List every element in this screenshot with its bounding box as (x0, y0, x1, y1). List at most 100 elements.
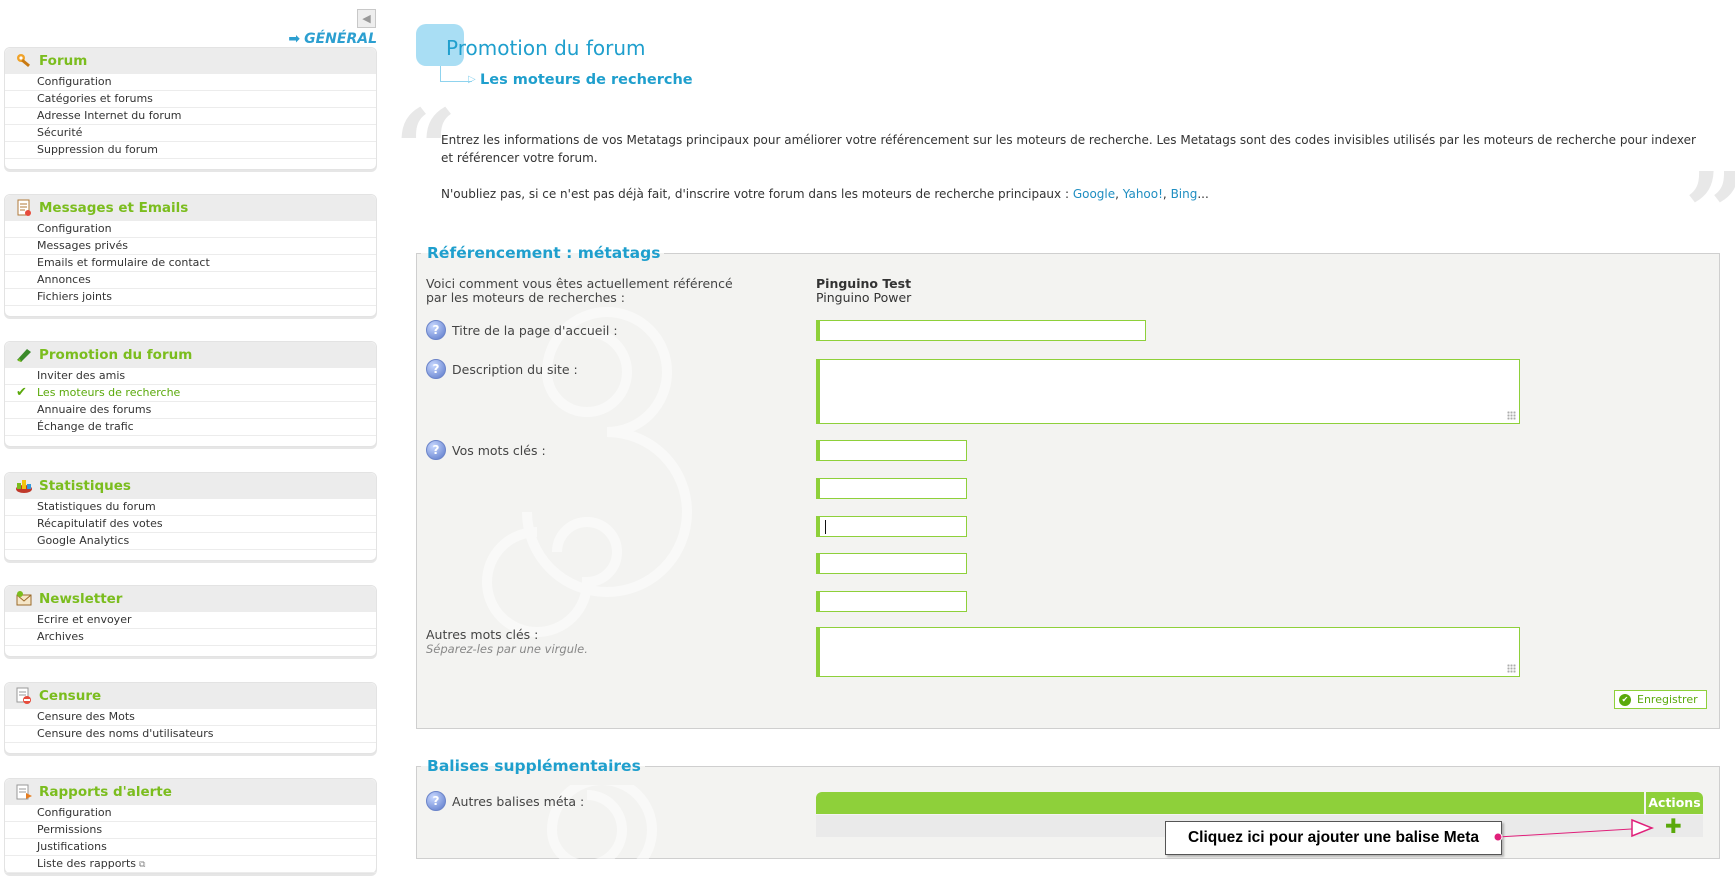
sidebar-item-attachments[interactable]: Fichiers joints (5, 289, 376, 306)
arrow-right-icon: ➡ (288, 31, 301, 47)
resize-grip-icon[interactable] (1507, 664, 1516, 673)
sidebar-item-invite-friends[interactable]: Inviter des amis (5, 368, 376, 385)
homepage-title-input[interactable] (820, 322, 1145, 342)
keyword-input[interactable] (820, 480, 966, 500)
sidebar-item-word-censor[interactable]: Censure des Mots (5, 709, 376, 726)
nav-section-title: Promotion du forum (39, 347, 193, 363)
sidebar-item-label: Liste des rapports (37, 857, 136, 870)
nav-section-title: Forum (39, 53, 88, 69)
sidebar-item-votes-summary[interactable]: Récapitulatif des votes (5, 516, 376, 533)
other-meta-tags-label-text: Autres balises méta : (452, 793, 585, 809)
sidebar-item-archives[interactable]: Archives (5, 629, 376, 646)
sidebar-item-configuration[interactable]: Configuration (5, 221, 376, 238)
nav-section-forum: Forum Configuration Catégories et forums… (4, 47, 377, 170)
nav-section-header[interactable]: Rapports d'alerte (5, 779, 376, 805)
nav-section-header[interactable]: Messages et Emails (5, 195, 376, 221)
nav-section-header[interactable]: Statistiques (5, 473, 376, 499)
google-link[interactable]: Google (1073, 187, 1115, 201)
sidebar-item-write-send[interactable]: Ecrire et envoyer (5, 612, 376, 629)
page-subtitle: Les moteurs de recherche (480, 72, 693, 88)
save-button[interactable]: ✔ Enregistrer (1614, 690, 1707, 709)
sidebar-item-delete-forum[interactable]: Suppression du forum (5, 142, 376, 159)
meta-tags-table-header (816, 792, 1644, 814)
keyword-input[interactable] (820, 555, 966, 575)
sidebar: ◀ ➡ GÉNÉRAL Forum Configuration Catégorie… (4, 0, 377, 877)
nav-section-promotion: Promotion du forum Inviter des amis ✔ Les… (4, 341, 377, 447)
current-site-title: Pinguino Test (816, 276, 912, 291)
keyword-input[interactable] (820, 442, 966, 462)
nav-section-statistics: Statistiques Statistiques du forum Récap… (4, 472, 377, 561)
help-icon[interactable]: ? (426, 791, 446, 811)
other-meta-tags-label: ? Autres balises méta : (426, 791, 584, 811)
sidebar-item-forum-statistics[interactable]: Statistiques du forum (5, 499, 376, 516)
yahoo-link[interactable]: Yahoo! (1123, 187, 1163, 201)
other-keywords-field[interactable] (816, 627, 1520, 677)
homepage-title-label-text: Titre de la page d'accueil : (452, 322, 618, 338)
other-keywords-label: Autres mots clés : Séparez-les par une v… (426, 627, 588, 657)
keyword-field-4[interactable] (816, 553, 967, 575)
sidebar-item-private-messages[interactable]: Messages privés (5, 238, 376, 255)
bing-link[interactable]: Bing (1171, 187, 1198, 201)
keyword-field-2[interactable] (816, 478, 967, 500)
help-icon[interactable]: ? (426, 359, 446, 379)
homepage-title-field[interactable] (816, 320, 1146, 342)
sidebar-item-google-analytics[interactable]: Google Analytics (5, 533, 376, 550)
sidebar-item-username-censor[interactable]: Censure des noms d'utilisateurs (5, 726, 376, 743)
external-link-icon: ⧉ (139, 860, 146, 870)
collapse-sidebar-button[interactable]: ◀ (357, 9, 376, 28)
sidebar-item-categories[interactable]: Catégories et forums (5, 91, 376, 108)
other-keywords-hint: Séparez-les par une virgule. (426, 642, 588, 656)
add-meta-tag-button[interactable]: ✚ (1665, 815, 1682, 837)
alert-report-icon (15, 783, 33, 801)
nav-section-header[interactable]: Promotion du forum (5, 342, 376, 368)
sidebar-item-configuration[interactable]: Configuration (5, 74, 376, 91)
sidebar-item-forum-address[interactable]: Adresse Internet du forum (5, 108, 376, 125)
nav-section-messages: Messages et Emails Configuration Message… (4, 194, 377, 317)
intro-paragraph: Entrez les informations de vos Metatags … (441, 133, 1696, 165)
keyword-field-5[interactable] (816, 591, 967, 613)
extra-tags-legend: Balises supplémentaires (427, 757, 641, 775)
keyword-input[interactable] (820, 593, 966, 613)
sidebar-item-forum-directory[interactable]: Annuaire des forums (5, 402, 376, 419)
censor-icon (15, 687, 33, 705)
actions-column-header: Actions (1646, 792, 1703, 814)
nav-section-header[interactable]: Censure (5, 683, 376, 709)
sidebar-item-reports-list[interactable]: Liste des rapports ⧉ (5, 856, 376, 873)
other-keywords-label-text: Autres mots clés : (426, 627, 539, 642)
site-description-label-text: Description du site : (452, 361, 578, 377)
sidebar-item-announcements[interactable]: Annonces (5, 272, 376, 289)
wrench-icon (15, 52, 33, 70)
checkmark-icon: ✔ (16, 385, 27, 400)
site-description-textarea[interactable] (820, 360, 1519, 423)
nav-section-header[interactable]: Forum (5, 48, 376, 74)
current-referencing-line-2: par les moteurs de recherches : (426, 290, 626, 305)
link-separator: , (1115, 187, 1123, 201)
sidebar-item-emails-contact[interactable]: Emails et formulaire de contact (5, 255, 376, 272)
keyword-input[interactable] (820, 518, 966, 538)
sidebar-item-traffic-exchange[interactable]: Échange de trafic (5, 419, 376, 436)
site-description-field[interactable] (816, 359, 1520, 424)
link-separator: , (1162, 187, 1171, 201)
keyword-field-1[interactable] (816, 440, 967, 462)
nav-section-title: Statistiques (39, 478, 131, 494)
page-title: Promotion du forum (446, 36, 646, 60)
sidebar-item-permissions[interactable]: Permissions (5, 822, 376, 839)
help-icon[interactable]: ? (426, 320, 446, 340)
ellipsis: ... (1197, 187, 1209, 201)
resize-grip-icon[interactable] (1507, 411, 1516, 420)
intro-reminder-text: N'oubliez pas, si ce n'est pas déjà fait… (441, 187, 1073, 201)
sidebar-item-justifications[interactable]: Justifications (5, 839, 376, 856)
nav-section-header[interactable]: Newsletter (5, 586, 376, 612)
other-keywords-textarea[interactable] (820, 628, 1519, 676)
main-content: Promotion du forum ▷ Les moteurs de rech… (394, 0, 1735, 877)
sidebar-item-search-engines[interactable]: ✔ Les moteurs de recherche (5, 385, 376, 402)
general-heading[interactable]: ➡ GÉNÉRAL (288, 31, 377, 47)
sidebar-item-security[interactable]: Sécurité (5, 125, 376, 142)
intro-reminder: N'oubliez pas, si ce n'est pas déjà fait… (441, 185, 1711, 203)
help-icon[interactable]: ? (426, 440, 446, 460)
save-button-label: Enregistrer (1637, 693, 1698, 706)
nav-section-alert-reports: Rapports d'alerte Configuration Permissi… (4, 778, 377, 874)
keyword-field-3[interactable] (816, 516, 967, 538)
nav-section-title: Rapports d'alerte (39, 784, 172, 800)
sidebar-item-configuration[interactable]: Configuration (5, 805, 376, 822)
